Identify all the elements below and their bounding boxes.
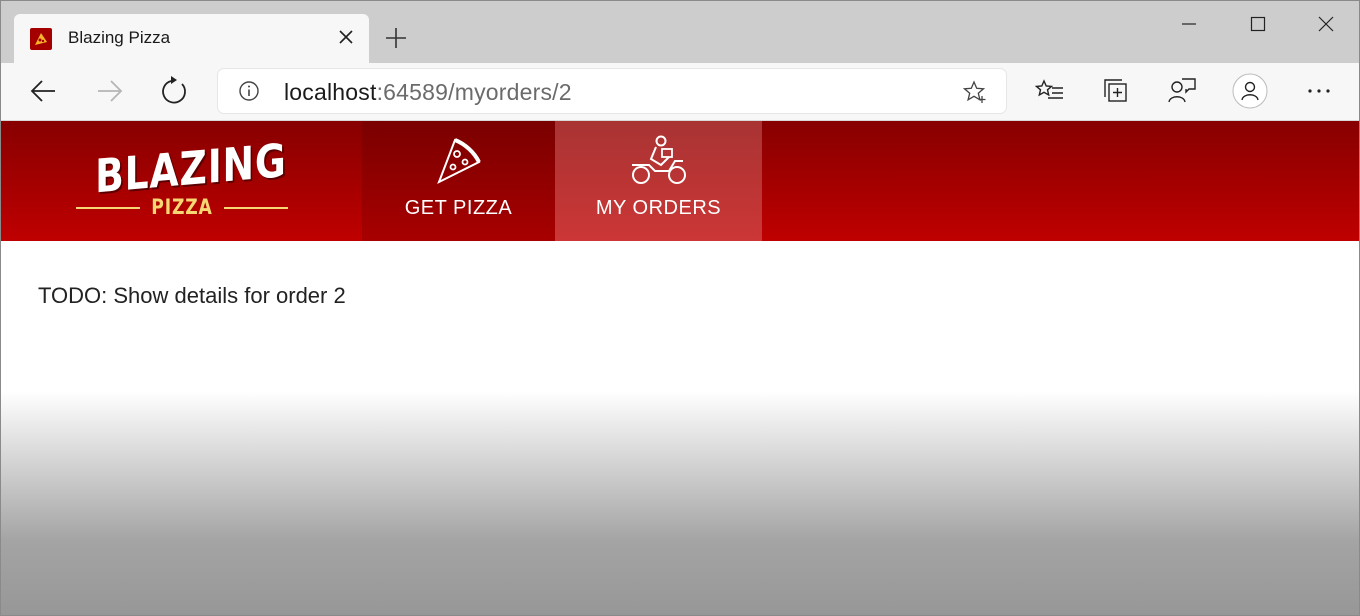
back-arrow-icon[interactable] [24, 73, 64, 109]
close-icon[interactable] [1303, 9, 1349, 39]
url-text: localhost:64589/myorders/2 [284, 79, 572, 106]
browser-window: Blazing Pizza localhost:64589/myorders/2… [0, 0, 1360, 616]
blazing-pizza-logo[interactable]: BLAZING PIZZA [76, 133, 288, 221]
delivery-scooter-icon [629, 135, 689, 192]
new-tab-button[interactable] [379, 21, 413, 55]
refresh-icon[interactable] [155, 73, 195, 109]
nav-get-pizza[interactable]: GET PIZZA [362, 121, 555, 241]
order-details-message: TODO: Show details for order 2 [38, 283, 346, 308]
nav-my-orders[interactable]: MY ORDERS [555, 121, 762, 241]
close-tab-icon[interactable] [333, 24, 359, 50]
tab-title: Blazing Pizza [68, 28, 171, 47]
favorites-icon[interactable] [1030, 73, 1070, 109]
logo-title: BLAZING [95, 133, 287, 204]
app-header: BLAZING PIZZA GET PIZZA MY ORDERS [1, 121, 1359, 241]
main-content: TODO: Show details for order 2 [1, 241, 1359, 615]
nav-my-orders-label: MY ORDERS [595, 197, 722, 219]
url-path: :64589/myorders/2 [376, 79, 572, 105]
more-icon[interactable] [1299, 73, 1339, 109]
browser-toolbar: localhost:64589/myorders/2 [1, 63, 1359, 121]
maximize-icon[interactable] [1235, 9, 1281, 39]
collections-icon[interactable] [1096, 73, 1136, 109]
nav-get-pizza-label: GET PIZZA [404, 197, 513, 219]
pizza-slice-icon [433, 135, 485, 192]
add-favorite-icon[interactable] [962, 79, 988, 105]
info-icon[interactable] [238, 80, 260, 102]
pizza-favicon-icon [30, 28, 52, 50]
profile-icon[interactable] [1230, 73, 1270, 109]
forward-arrow-icon[interactable] [89, 73, 129, 109]
minimize-icon[interactable] [1166, 9, 1212, 39]
tab-bar: Blazing Pizza [1, 1, 1359, 63]
browser-tab[interactable]: Blazing Pizza [14, 14, 369, 63]
logo-divider-right [224, 207, 288, 209]
feedback-icon[interactable] [1162, 73, 1202, 109]
logo-subtitle-row: PIZZA [76, 195, 288, 219]
address-bar[interactable]: localhost:64589/myorders/2 [218, 69, 1006, 113]
url-host: localhost [284, 79, 377, 105]
